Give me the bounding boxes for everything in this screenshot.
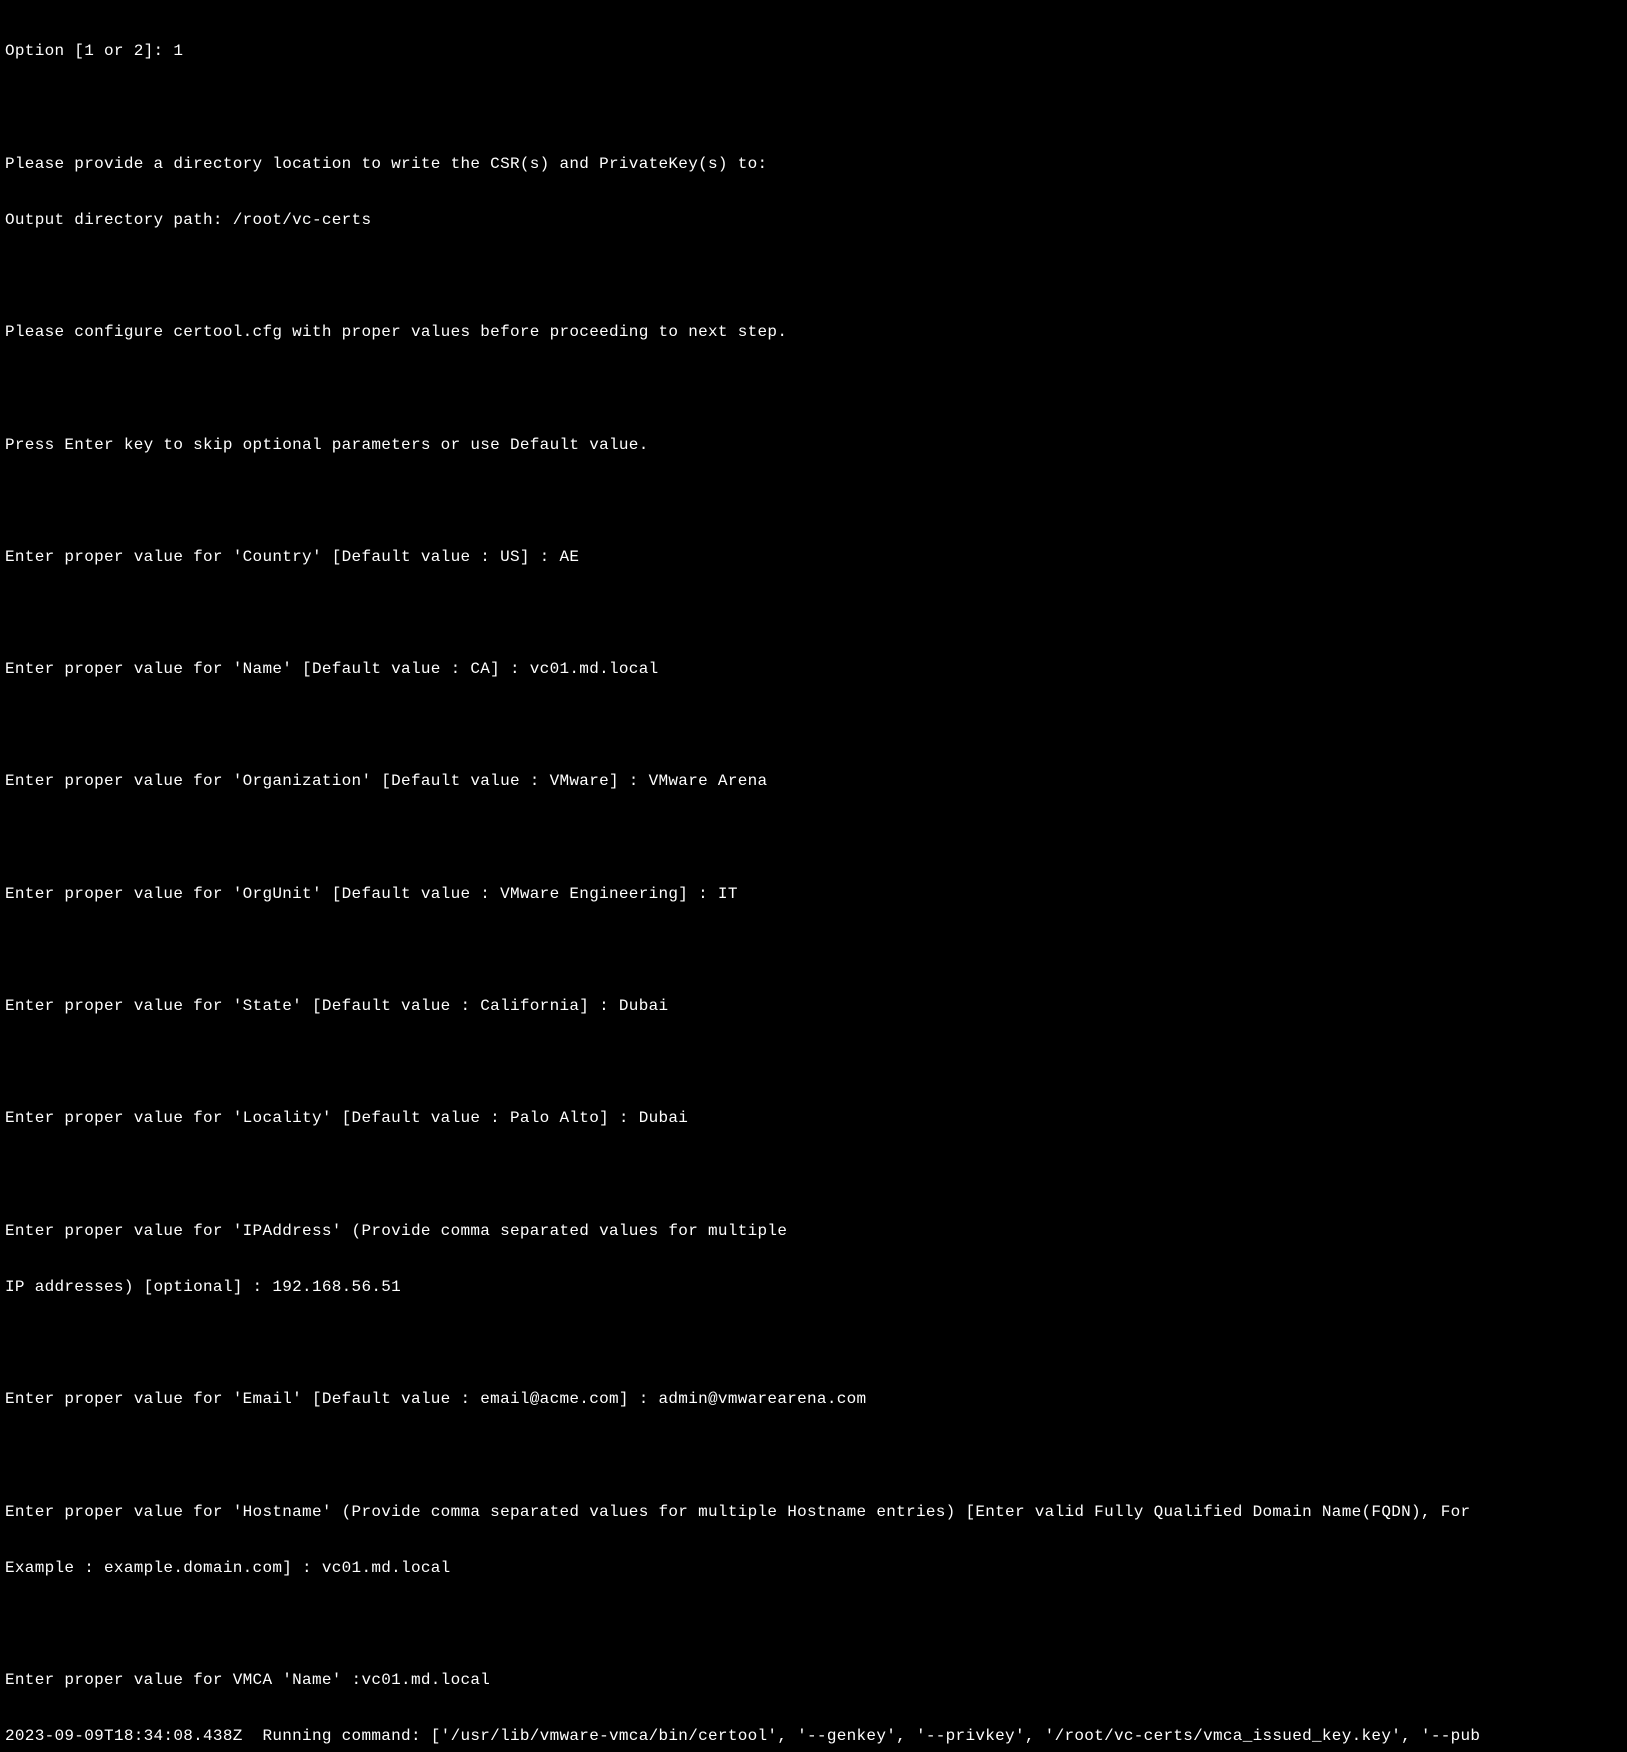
terminal-line: Enter proper value for VMCA 'Name' :vc01… bbox=[5, 1671, 1622, 1690]
terminal-line bbox=[5, 379, 1622, 398]
terminal-line: Press Enter key to skip optional paramet… bbox=[5, 436, 1622, 455]
terminal-output[interactable]: Option [1 or 2]: 1 Please provide a dire… bbox=[5, 5, 1622, 1752]
terminal-line: Enter proper value for 'Email' [Default … bbox=[5, 1390, 1622, 1409]
terminal-line: Option [1 or 2]: 1 bbox=[5, 42, 1622, 61]
terminal-line: Please provide a directory location to w… bbox=[5, 155, 1622, 174]
terminal-line bbox=[5, 267, 1622, 286]
terminal-line bbox=[5, 604, 1622, 623]
terminal-line bbox=[5, 1053, 1622, 1072]
terminal-line: Example : example.domain.com] : vc01.md.… bbox=[5, 1559, 1622, 1578]
terminal-line bbox=[5, 829, 1622, 848]
terminal-line: IP addresses) [optional] : 192.168.56.51 bbox=[5, 1278, 1622, 1297]
terminal-line bbox=[5, 941, 1622, 960]
terminal-line: Enter proper value for 'OrgUnit' [Defaul… bbox=[5, 885, 1622, 904]
terminal-line bbox=[5, 99, 1622, 118]
terminal-line: Output directory path: /root/vc-certs bbox=[5, 211, 1622, 230]
terminal-line: Please configure certool.cfg with proper… bbox=[5, 323, 1622, 342]
terminal-line bbox=[5, 1615, 1622, 1634]
terminal-line bbox=[5, 1446, 1622, 1465]
terminal-line: Enter proper value for 'Hostname' (Provi… bbox=[5, 1503, 1622, 1522]
terminal-line bbox=[5, 716, 1622, 735]
terminal-line bbox=[5, 492, 1622, 511]
terminal-line: 2023-09-09T18:34:08.438Z Running command… bbox=[5, 1727, 1622, 1746]
terminal-line: Enter proper value for 'Name' [Default v… bbox=[5, 660, 1622, 679]
terminal-line bbox=[5, 1166, 1622, 1185]
terminal-line bbox=[5, 1334, 1622, 1353]
terminal-line: Enter proper value for 'Locality' [Defau… bbox=[5, 1109, 1622, 1128]
terminal-line: Enter proper value for 'Organization' [D… bbox=[5, 772, 1622, 791]
terminal-line: Enter proper value for 'Country' [Defaul… bbox=[5, 548, 1622, 567]
terminal-line: Enter proper value for 'State' [Default … bbox=[5, 997, 1622, 1016]
terminal-line: Enter proper value for 'IPAddress' (Prov… bbox=[5, 1222, 1622, 1241]
